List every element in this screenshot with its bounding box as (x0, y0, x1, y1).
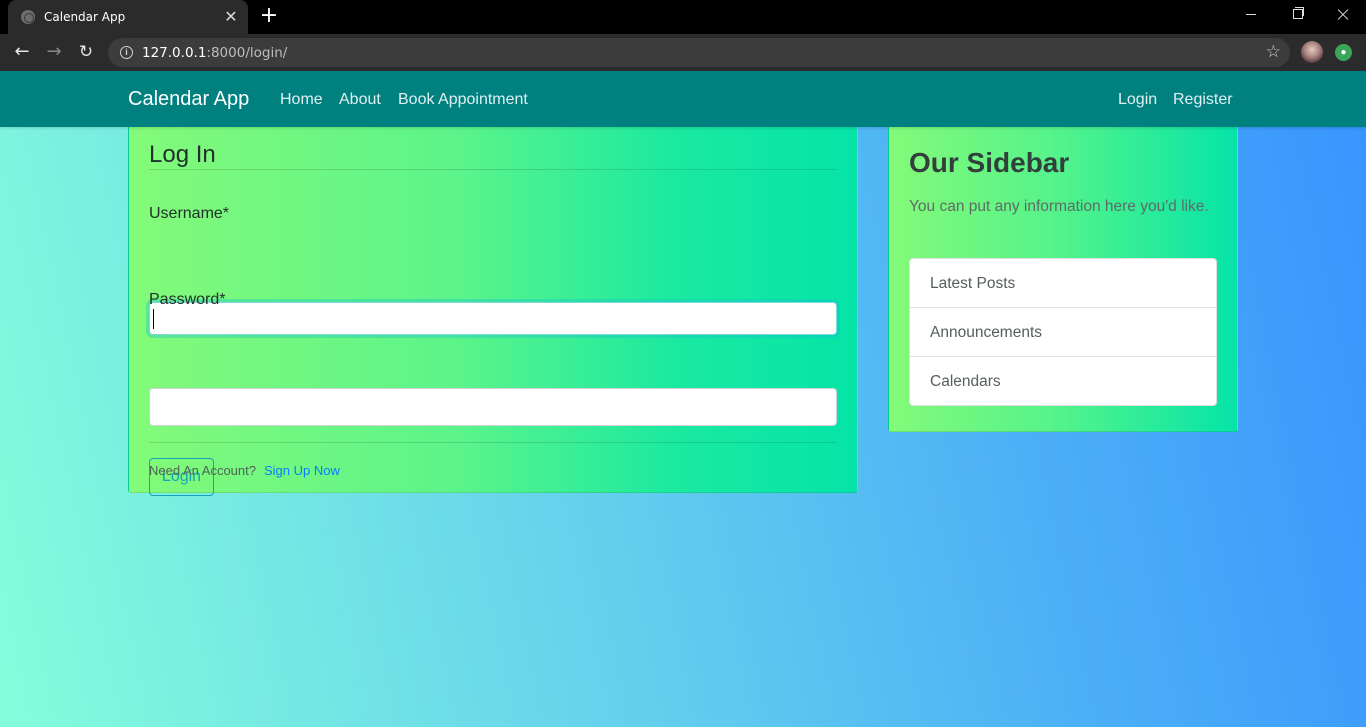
sidebar-description: You can put any information here you'd l… (909, 198, 1209, 215)
sidebar-card: Our Sidebar You can put any information … (888, 121, 1238, 432)
bookmark-star-icon[interactable]: ☆ (1266, 42, 1281, 62)
reload-icon[interactable]: ↻ (74, 40, 98, 64)
back-arrow-icon[interactable]: ← (10, 40, 34, 64)
sidebar-title: Our Sidebar (909, 147, 1070, 178)
profile-avatar[interactable] (1301, 41, 1323, 63)
browser-toolbar: ← → ↻ i 127.0.0.1:8000/login/ ☆ (0, 34, 1366, 71)
nav-link-book-appointment[interactable]: Book Appointment (398, 91, 528, 109)
login-card: Log In Username* Password* Login Need An… (128, 121, 858, 496)
signup-prompt: Need An Account? Sign Up Now (149, 463, 340, 478)
new-tab-button[interactable]: + (258, 5, 280, 28)
sidebar-item-latest-posts[interactable]: Latest Posts (910, 259, 1216, 308)
window-restore-button[interactable] (1274, 0, 1320, 30)
sidebar-list: Latest Posts Announcements Calendars (909, 258, 1217, 406)
extension-icon[interactable]: ● (1335, 44, 1352, 61)
nav-link-home[interactable]: Home (280, 91, 323, 109)
sidebar-item-announcements[interactable]: Announcements (910, 308, 1216, 357)
username-input[interactable] (149, 302, 837, 335)
page-viewport: Calendar App Home About Book Appointment… (0, 71, 1366, 727)
signup-link[interactable]: Sign Up Now (264, 463, 340, 478)
browser-tab-strip: Calendar App ✕ + (0, 0, 1366, 34)
url-text[interactable]: 127.0.0.1:8000/login/ (142, 45, 287, 61)
password-label: Password* (149, 291, 226, 308)
username-label: Username* (149, 205, 230, 222)
info-icon[interactable]: i (120, 46, 133, 59)
url-host: 127.0.0.1 (142, 45, 207, 61)
window-close-button[interactable] (1320, 0, 1366, 30)
forward-arrow-icon[interactable]: → (42, 40, 66, 64)
navbar-brand[interactable]: Calendar App (128, 88, 249, 111)
nav-link-login[interactable]: Login (1118, 91, 1157, 109)
browser-tab[interactable]: Calendar App ✕ (8, 0, 248, 34)
footer-divider (149, 442, 837, 443)
url-path: :8000/login/ (206, 45, 288, 61)
address-bar[interactable]: i 127.0.0.1:8000/login/ ☆ (108, 38, 1290, 67)
heading-divider (149, 169, 837, 170)
password-input[interactable] (149, 388, 837, 426)
nav-link-about[interactable]: About (339, 91, 381, 109)
need-account-text: Need An Account? (149, 463, 256, 478)
sidebar-item-calendars[interactable]: Calendars (910, 357, 1216, 405)
window-minimize-button[interactable] (1228, 0, 1274, 30)
login-heading: Log In (149, 141, 216, 168)
tab-close-icon[interactable]: ✕ (222, 8, 240, 26)
text-caret (153, 309, 154, 329)
site-navbar: Calendar App Home About Book Appointment… (0, 71, 1366, 127)
nav-link-register[interactable]: Register (1173, 91, 1233, 109)
globe-icon (21, 10, 35, 24)
tab-title: Calendar App (44, 10, 126, 24)
